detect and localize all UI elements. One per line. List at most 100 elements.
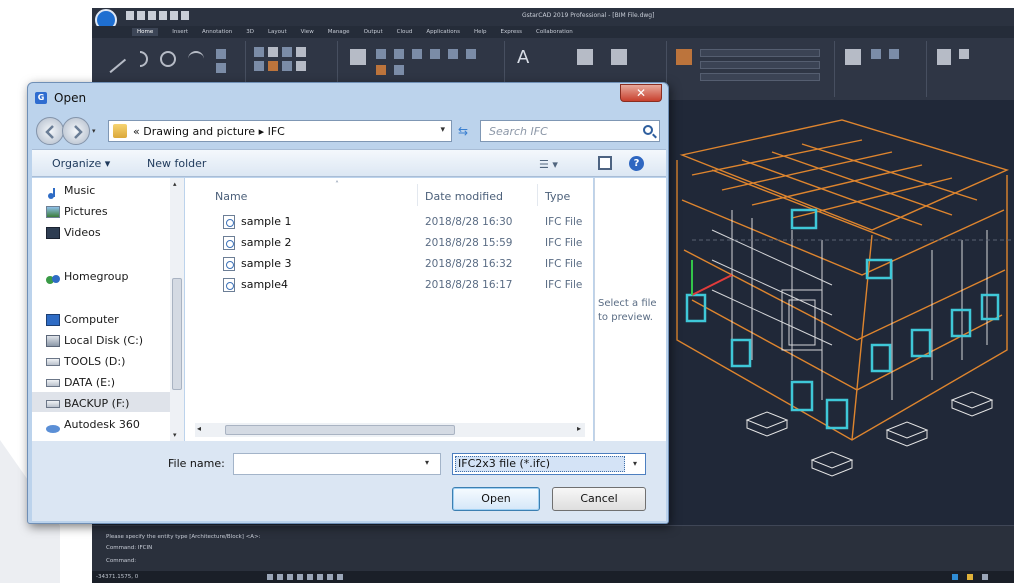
text-tool-icon[interactable]: A	[517, 47, 529, 68]
search-icon[interactable]	[643, 125, 653, 135]
move-tool-icon[interactable]	[254, 47, 264, 57]
measure-tool-icon[interactable]	[845, 49, 861, 65]
column-header-type[interactable]: Type	[545, 190, 570, 203]
file-name[interactable]: sample 3	[241, 257, 292, 270]
polyline-tool-icon[interactable]	[140, 51, 148, 67]
ribbon-tab[interactable]: Help	[474, 29, 487, 35]
scroll-right-icon[interactable]: ▸	[577, 424, 581, 433]
cancel-button[interactable]: Cancel	[552, 487, 646, 511]
column-header-date[interactable]: Date modified	[425, 190, 503, 203]
otrack-toggle-icon[interactable]	[317, 574, 323, 580]
scale-tool-icon[interactable]	[282, 61, 292, 71]
command-line[interactable]: Please specify the entity type [Architec…	[92, 525, 1014, 571]
copy-tool-icon[interactable]	[268, 47, 278, 57]
nav-item-tools[interactable]: TOOLS (D:)	[64, 355, 125, 368]
file-name[interactable]: sample 1	[241, 215, 292, 228]
scroll-down-icon[interactable]: ▾	[173, 431, 177, 439]
settings-icon[interactable]	[982, 574, 988, 580]
layer-stack-icon[interactable]	[350, 49, 366, 65]
column-header-name[interactable]: Name	[215, 190, 247, 203]
column-divider[interactable]	[537, 184, 538, 206]
column-tool-icon[interactable]	[430, 49, 440, 59]
back-button[interactable]	[36, 117, 64, 145]
linetype-combobox[interactable]	[700, 61, 820, 69]
trim-tool-icon[interactable]	[268, 61, 278, 71]
ribbon-tab[interactable]: Home	[132, 28, 159, 36]
print-icon[interactable]	[170, 11, 178, 20]
nav-item-local-disk[interactable]: Local Disk (C:)	[64, 334, 143, 347]
dimension-tool-icon[interactable]	[611, 49, 627, 65]
file-type-filter[interactable]: IFC2x3 file (*.ifc) ▾	[452, 453, 646, 475]
ribbon-tab[interactable]: View	[301, 29, 314, 35]
command-prompt[interactable]: Command:	[106, 558, 136, 564]
nav-item-music[interactable]: Music	[64, 184, 95, 197]
nav-item-pictures[interactable]: Pictures	[64, 205, 108, 218]
window-tool-icon[interactable]	[412, 49, 422, 59]
stretch-tool-icon[interactable]	[282, 47, 292, 57]
ribbon-tab[interactable]: Manage	[328, 29, 350, 35]
breadcrumb[interactable]: « Drawing and picture ▸ IFC	[133, 125, 285, 138]
nav-item-backup[interactable]: BACKUP (F:)	[64, 397, 129, 410]
nav-item-autodesk-360[interactable]: Autodesk 360	[64, 418, 140, 431]
file-type-selected[interactable]: IFC2x3 file (*.ifc)	[455, 456, 625, 472]
ribbon-tab[interactable]: Collaboration	[536, 29, 573, 35]
polar-toggle-icon[interactable]	[297, 574, 303, 580]
chevron-down-icon[interactable]: ▾	[440, 125, 445, 135]
scroll-up-icon[interactable]: ▴	[173, 180, 177, 188]
address-bar[interactable]: « Drawing and picture ▸ IFC ▾	[108, 120, 452, 142]
arc-tool-icon[interactable]	[188, 51, 204, 67]
preview-pane-icon[interactable]	[598, 156, 612, 170]
slab-tool-icon[interactable]	[376, 65, 386, 75]
array-tool-icon[interactable]	[296, 61, 306, 71]
notification-icon[interactable]	[967, 574, 973, 580]
horizontal-scrollbar[interactable]: ◂ ▸	[195, 423, 585, 437]
circle-tool-icon[interactable]	[160, 51, 176, 67]
table-tool-icon[interactable]	[577, 49, 593, 65]
mirror-tool-icon[interactable]	[296, 47, 306, 57]
color-combobox[interactable]	[700, 49, 820, 57]
open-button[interactable]: Open	[452, 487, 540, 511]
column-divider[interactable]	[417, 184, 418, 206]
save-as-icon[interactable]	[159, 11, 167, 20]
dyn-toggle-icon[interactable]	[337, 574, 343, 580]
search-input[interactable]: Search IFC	[480, 120, 660, 142]
hatch-tool-icon[interactable]	[216, 63, 226, 73]
wall-tool-icon[interactable]	[376, 49, 386, 59]
ortho-toggle-icon[interactable]	[287, 574, 293, 580]
line-tool-icon[interactable]	[97, 44, 127, 74]
file-name-field[interactable]	[233, 453, 441, 475]
ribbon-tab[interactable]: Cloud	[397, 29, 413, 35]
nav-item-computer[interactable]: Computer	[64, 313, 119, 326]
new-icon[interactable]	[126, 11, 134, 20]
help-icon[interactable]: ?	[629, 156, 644, 171]
lineweight-combobox[interactable]	[700, 73, 820, 81]
scroll-left-icon[interactable]: ◂	[197, 424, 201, 433]
rotate-tool-icon[interactable]	[254, 61, 264, 71]
navigation-scrollbar[interactable]: ▴ ▾	[170, 178, 184, 441]
save-icon[interactable]	[148, 11, 156, 20]
organize-button[interactable]: Organize ▾	[52, 157, 110, 170]
ribbon-tab[interactable]: Express	[501, 29, 522, 35]
file-name[interactable]: sample 2	[241, 236, 292, 249]
workspace-icon[interactable]	[952, 574, 958, 580]
cut-tool-icon[interactable]	[959, 49, 969, 59]
ribbon-tab[interactable]: 3D	[246, 29, 254, 35]
recent-locations-dropdown[interactable]: ▾	[92, 127, 96, 135]
nav-item-data[interactable]: DATA (E:)	[64, 376, 115, 389]
open-icon[interactable]	[137, 11, 145, 20]
ribbon-tab[interactable]: Applications	[426, 29, 460, 35]
osnap-toggle-icon[interactable]	[307, 574, 313, 580]
scrollbar-thumb[interactable]	[172, 278, 182, 390]
door-tool-icon[interactable]	[394, 49, 404, 59]
close-button[interactable]: ✕	[620, 84, 662, 102]
view-options-icon[interactable]: ☰ ▾	[539, 158, 561, 171]
refresh-icon[interactable]: ⇆	[452, 120, 474, 142]
chevron-down-icon[interactable]: ▾	[628, 456, 642, 472]
file-name[interactable]: sample4	[241, 278, 288, 291]
ribbon-tab[interactable]: Insert	[172, 29, 188, 35]
ribbon-tab[interactable]: Layout	[268, 29, 287, 35]
nav-item-homegroup[interactable]: Homegroup	[64, 270, 128, 283]
ribbon-tab[interactable]: Annotation	[202, 29, 232, 35]
forward-button[interactable]	[62, 117, 90, 145]
beam-tool-icon[interactable]	[448, 49, 458, 59]
